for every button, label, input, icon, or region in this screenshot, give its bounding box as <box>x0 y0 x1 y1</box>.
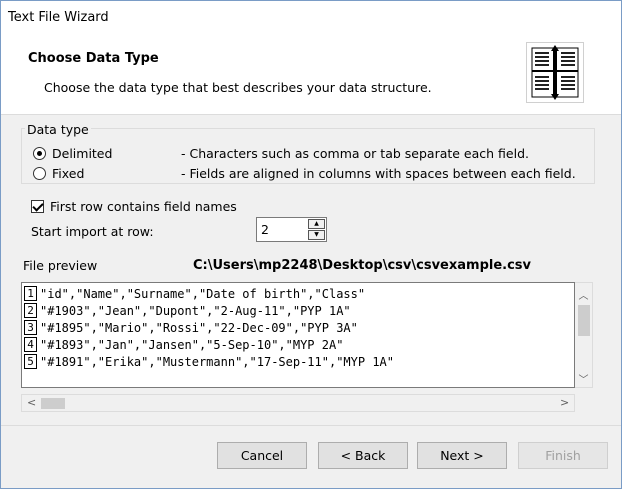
start-import-stepper[interactable]: 2 ▲ ▼ <box>256 217 327 242</box>
stepper-up-icon[interactable]: ▲ <box>308 219 325 229</box>
file-path: C:\Users\mp2248\Desktop\csv\csvexample.c… <box>193 258 532 273</box>
scroll-right-icon[interactable]: > <box>560 396 569 409</box>
preview-vertical-scrollbar[interactable]: ︿ ﹀ <box>575 282 593 388</box>
vertical-scroll-thumb[interactable] <box>578 305 590 336</box>
row-number: 1 <box>24 286 37 301</box>
scroll-left-icon[interactable]: < <box>27 396 36 409</box>
preview-row: 2 "#1903","Jean","Dupont","2-Aug-11","PYP… <box>24 302 351 319</box>
radio-fixed-button[interactable] <box>33 167 46 180</box>
first-row-checkbox[interactable] <box>31 200 44 213</box>
preview-row: 1 "id","Name","Surname","Date of birth","… <box>24 285 365 302</box>
preview-horizontal-scrollbar[interactable]: < > <box>21 394 575 412</box>
text-file-wizard-window: Text File Wizard Choose Data Type Choose… <box>0 0 622 489</box>
text-columns-icon <box>526 42 584 103</box>
title-bar: Text File Wizard <box>1 1 621 34</box>
data-type-group-label: Data type <box>25 122 91 137</box>
stepper-down-icon[interactable]: ▼ <box>308 230 325 240</box>
next-button[interactable]: Next > <box>417 442 507 469</box>
first-row-checkbox-label[interactable]: First row contains field names <box>50 199 237 214</box>
scroll-up-icon[interactable]: ︿ <box>575 287 592 302</box>
preview-row: 5 "#1891","Erika","Mustermann","17-Sep-11… <box>24 353 394 370</box>
row-text: "#1903","Jean","Dupont","2-Aug-11","PYP … <box>40 303 351 318</box>
scroll-down-icon[interactable]: ﹀ <box>575 371 592 386</box>
step-title: Choose Data Type <box>28 51 159 66</box>
radio-fixed-label[interactable]: Fixed <box>52 166 84 181</box>
row-text: "#1891","Erika","Mustermann","17-Sep-11"… <box>40 354 395 369</box>
row-text: "#1893","Jan","Jansen","5-Sep-10","MYP 2… <box>40 337 344 352</box>
radio-delimited-button[interactable] <box>33 147 46 160</box>
row-number: 2 <box>24 303 37 318</box>
delimited-description: - Characters such as comma or tab separa… <box>181 146 529 161</box>
step-subtitle: Choose the data type that best describes… <box>44 80 432 95</box>
horizontal-scroll-thumb[interactable] <box>41 398 65 409</box>
radio-delimited[interactable]: Delimited <box>33 146 112 161</box>
row-text: "#1895","Mario","Rossi","22-Dec-09","PYP… <box>40 320 358 335</box>
preview-row: 4 "#1893","Jan","Jansen","5-Sep-10","MYP … <box>24 336 343 353</box>
footer-divider <box>1 425 621 426</box>
fixed-description: - Fields are aligned in columns with spa… <box>181 166 576 181</box>
row-number: 4 <box>24 337 37 352</box>
row-number: 3 <box>24 320 37 335</box>
first-row-field-names[interactable]: First row contains field names <box>31 199 237 214</box>
start-import-label: Start import at row: <box>31 224 154 239</box>
start-import-value[interactable]: 2 <box>261 222 269 237</box>
finish-button[interactable]: Finish <box>518 442 608 469</box>
back-button[interactable]: < Back <box>318 442 408 469</box>
radio-delimited-label[interactable]: Delimited <box>52 146 112 161</box>
cancel-button[interactable]: Cancel <box>217 442 307 469</box>
row-number: 5 <box>24 354 37 369</box>
file-preview-box[interactable]: 1 "id","Name","Surname","Date of birth","… <box>21 282 575 388</box>
wizard-header: Choose Data Type Choose the data type th… <box>1 34 621 115</box>
preview-row: 3 "#1895","Mario","Rossi","22-Dec-09","PY… <box>24 319 358 336</box>
window-title: Text File Wizard <box>8 10 109 25</box>
radio-fixed[interactable]: Fixed <box>33 166 84 181</box>
row-text: "id","Name","Surname","Date of birth","C… <box>40 286 366 301</box>
file-preview-label: File preview <box>23 258 98 273</box>
